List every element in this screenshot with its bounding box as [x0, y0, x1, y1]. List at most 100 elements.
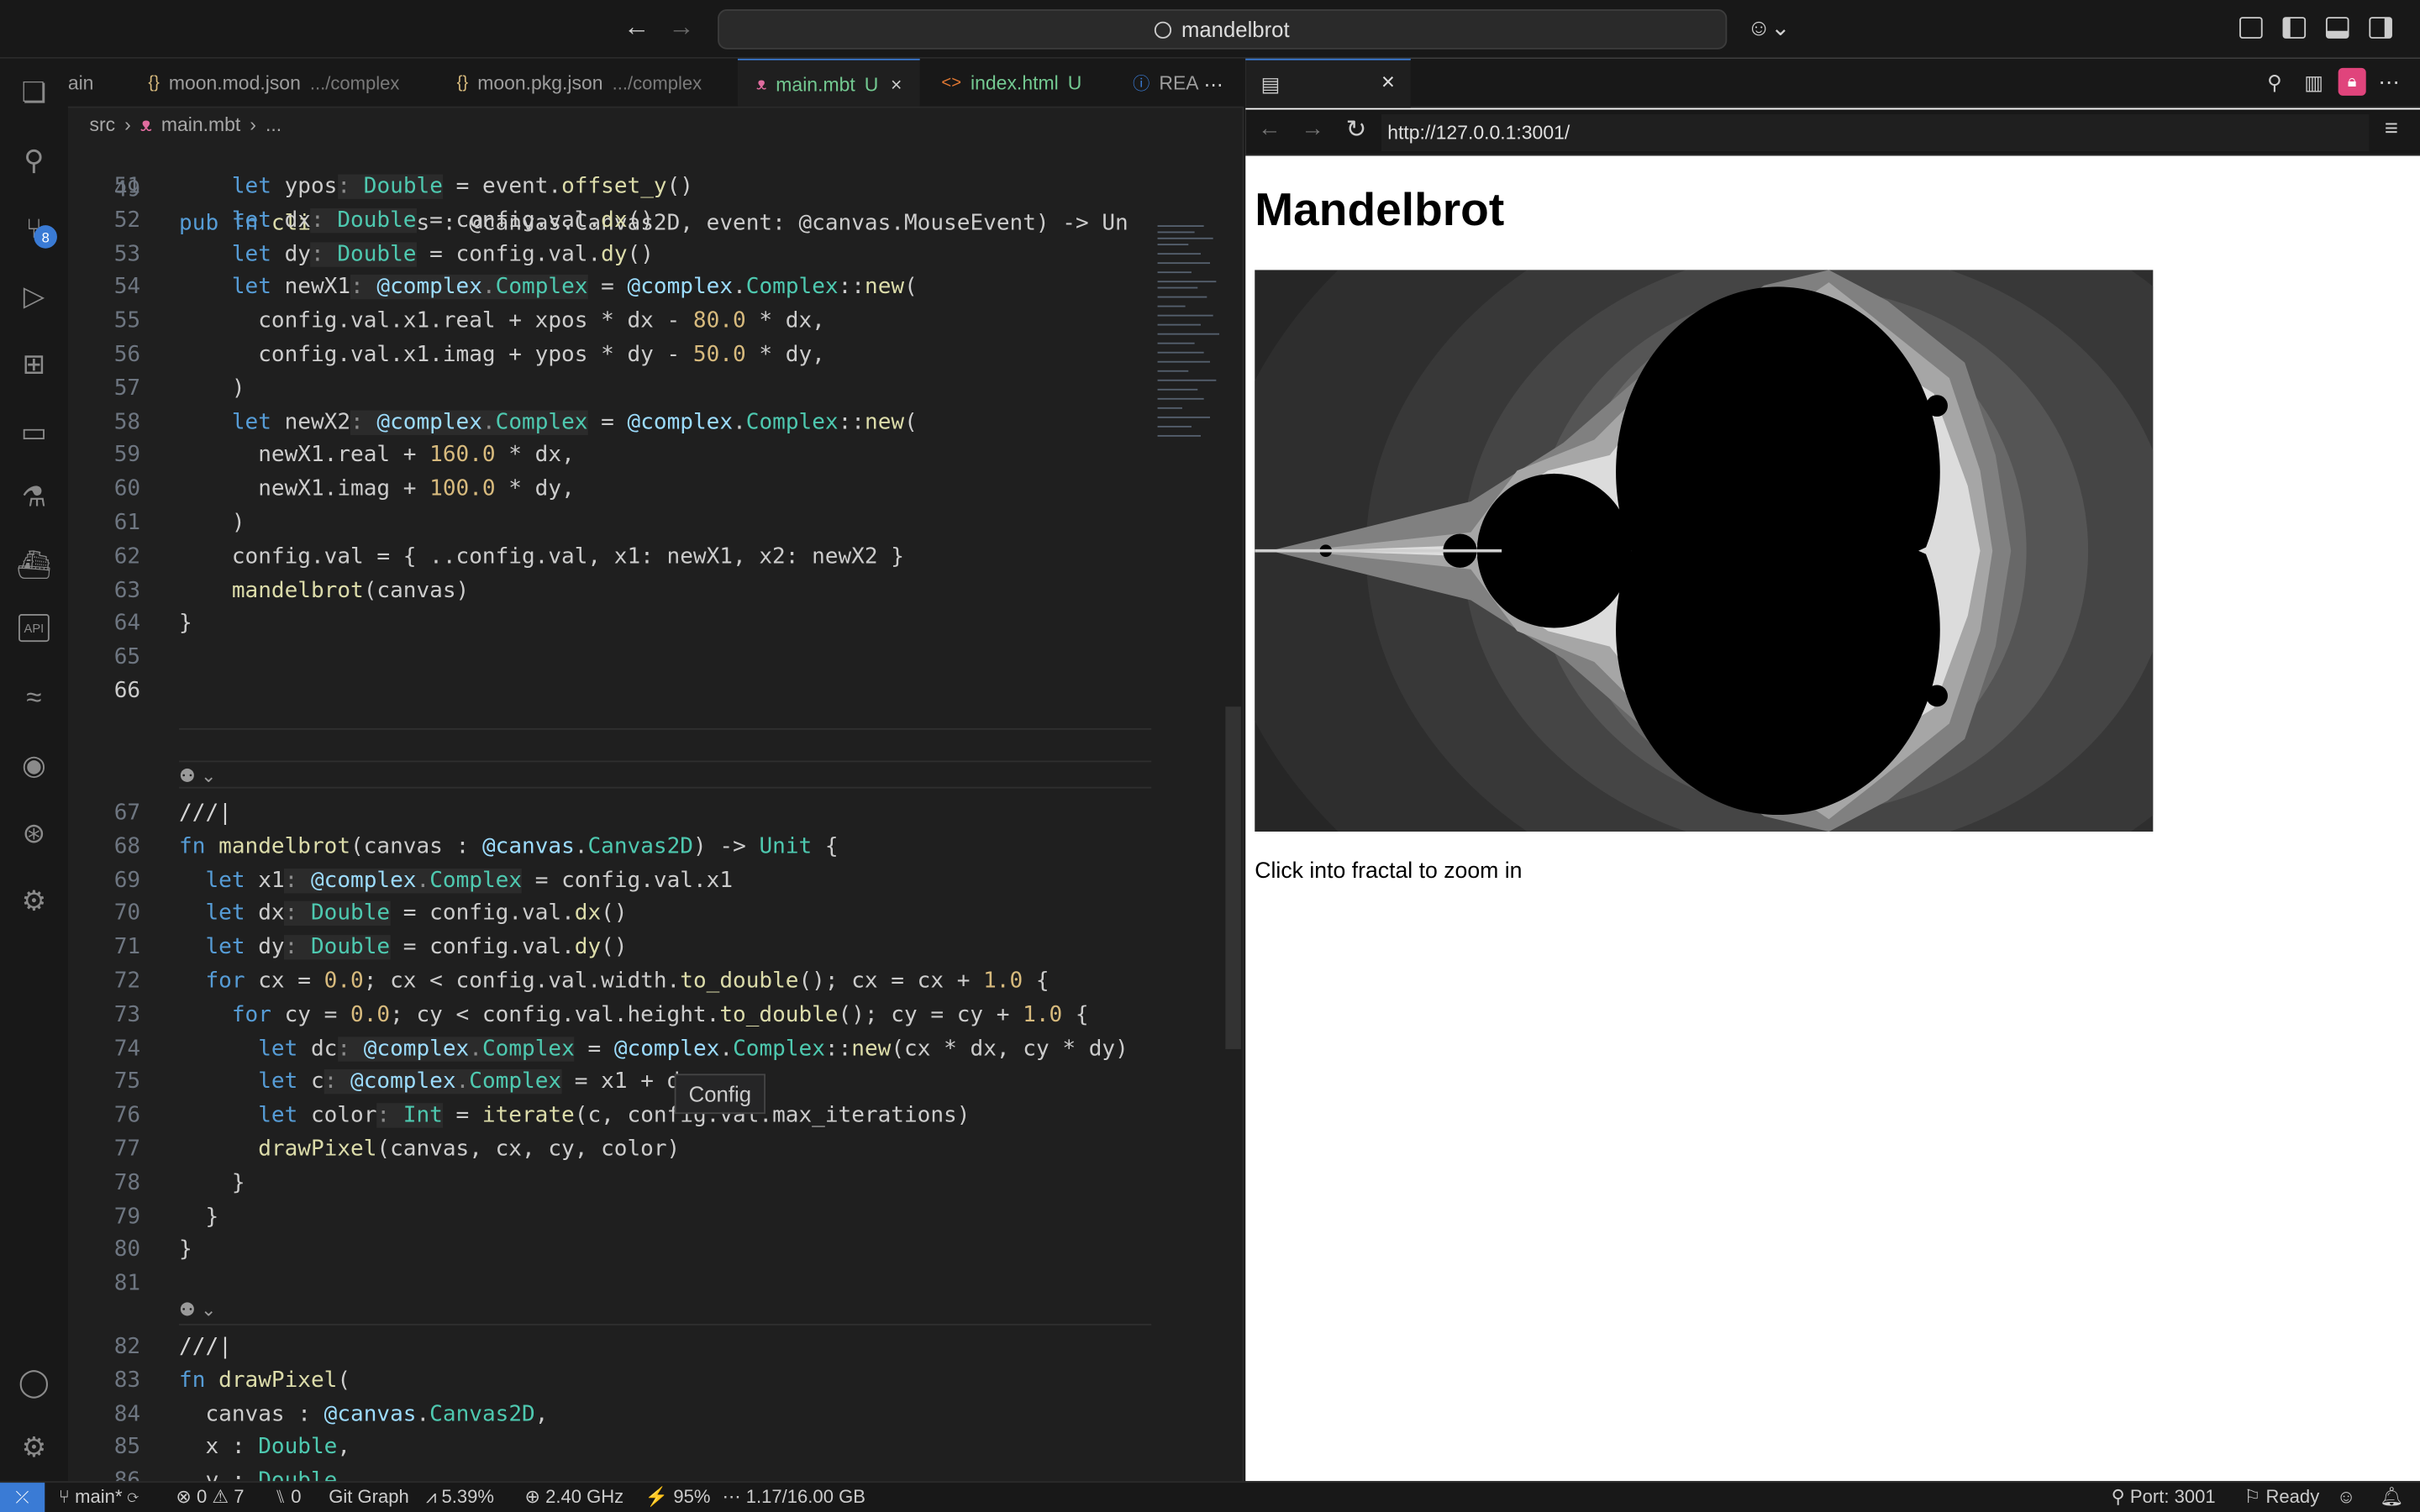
code-line[interactable]: 83 fn drawPixel( [68, 1363, 1241, 1397]
line-number: 51 [113, 174, 141, 199]
run-debug-icon[interactable]: ▷ [15, 278, 52, 315]
code-line[interactable]: 53 let dy: Double = config.val.dy() [68, 237, 1241, 270]
tab-readme[interactable]: ⓘ REA [1133, 59, 1198, 107]
code-line[interactable]: 75 let c: @complex.Complex = x1 + dc [68, 1065, 1241, 1099]
testing-icon[interactable]: ⚗ [15, 478, 52, 515]
back-arrow-icon[interactable]: ← [623, 13, 650, 44]
code-line[interactable]: 72 for cx = 0.0; cx < config.val.width.t… [68, 964, 1241, 998]
code-line[interactable]: 76 let color: Int = iterate(c, config.va… [68, 1099, 1241, 1132]
moonbit-icon[interactable]: ≈ [15, 679, 52, 716]
code-line[interactable]: 85 x : Double, [68, 1431, 1241, 1464]
mandelbrot-canvas[interactable] [1255, 270, 2154, 832]
remote-indicator-icon[interactable]: ⤫ [0, 1483, 45, 1512]
notifications-bell-icon[interactable]: 🔔︎ [2380, 1486, 2403, 1508]
container-icon[interactable]: ⚙ [15, 883, 52, 920]
code-line[interactable]: 69 let x1: @complex.Complex = config.val… [68, 864, 1241, 897]
code-line[interactable]: 77 drawPixel(canvas, cx, cy, color) [68, 1132, 1241, 1166]
codelens-icon[interactable]: ⚉ ⌄ [179, 765, 216, 787]
tab-moon-mod-json[interactable]: {} moon.mod.json .../complex [148, 59, 399, 107]
reload-icon[interactable]: ↻ [1346, 114, 1367, 145]
command-center-search[interactable]: mandelbrot [718, 9, 1728, 50]
port-status[interactable]: ⚲ Port: 3001 [2112, 1486, 2216, 1508]
more-actions-icon[interactable]: ⋯ [2378, 70, 2400, 96]
code-line[interactable]: 70 let dx: Double = config.val.dx() [68, 897, 1241, 931]
sticky-scroll-line[interactable]: 49 pub fn click(canvas : @canvas.Canvas2… [68, 139, 1241, 236]
copilot-status-icon[interactable]: ☺ [2337, 1486, 2356, 1508]
split-view-icon[interactable]: ▥ [2304, 71, 2323, 95]
code-line[interactable]: 68 fn mandelbrot(canvas : @canvas.Canvas2… [68, 830, 1241, 864]
problems-status[interactable]: ⊗ 0 ⚠ 7 [176, 1486, 244, 1508]
toggle-primary-sidebar-icon[interactable] [2282, 17, 2307, 39]
git-graph-button[interactable]: Git Graph [329, 1486, 409, 1508]
code-line[interactable]: 52 let dx: Double = config.val.dx() [68, 203, 1241, 237]
code-line[interactable]: 59 newX1.real + 160.0 * dx, [68, 438, 1241, 472]
explorer-icon[interactable]: ❏ [15, 74, 52, 111]
back-arrow-icon[interactable]: ← [1258, 116, 1281, 142]
code-line[interactable]: 67 ///| [68, 796, 1241, 830]
code-text: ) [179, 510, 245, 536]
github-actions-icon[interactable]: ⊛ [15, 815, 52, 852]
code-line[interactable]: 78 } [68, 1166, 1241, 1200]
account-icon[interactable]: ◯ [15, 1364, 52, 1401]
code-line[interactable]: 62 config.val = { ..config.val, x1: newX… [68, 539, 1241, 573]
customize-layout-icon[interactable] [2239, 17, 2263, 39]
url-input[interactable]: http://127.0.0.1:3001/ [1381, 113, 2370, 152]
search-icon[interactable]: ⚲ [15, 142, 52, 179]
code-line[interactable]: 79 } [68, 1200, 1241, 1233]
forward-arrow-icon[interactable]: → [1301, 116, 1324, 142]
breadcrumb-file[interactable]: main.mbt [161, 114, 240, 136]
ports-status[interactable]: ⑊ 0 [275, 1486, 302, 1508]
vertical-scrollbar[interactable] [1225, 706, 1241, 1049]
breadcrumb-symbol[interactable]: ... [266, 114, 281, 136]
toggle-panel-icon[interactable] [2325, 17, 2349, 39]
code-line[interactable]: 81 [68, 1267, 1241, 1300]
memory-status: ⋯ 1.17/16.00 GB [722, 1485, 865, 1508]
api-icon[interactable]: API [18, 614, 50, 643]
code-line[interactable]: 66 [68, 675, 1241, 708]
code-line[interactable]: 65 [68, 641, 1241, 675]
forward-arrow-icon[interactable]: → [668, 13, 694, 44]
code-line[interactable]: 73 for cy = 0.0; cy < config.val.height.… [68, 998, 1241, 1032]
toggle-secondary-sidebar-icon[interactable] [2369, 17, 2392, 39]
code-line[interactable]: 56 config.val.x1.imag + ypos * dy - 50.0… [68, 338, 1241, 371]
tab-moon-pkg-json[interactable]: {} moon.pkg.json .../complex [457, 59, 702, 107]
ready-status[interactable]: ⚐ Ready [2244, 1486, 2320, 1508]
code-line[interactable]: 74 let dc: @complex.Complex = @complex.C… [68, 1032, 1241, 1065]
copilot-icon[interactable]: ☺⌄ [1747, 14, 1790, 42]
settings-gear-icon[interactable]: ⚙ [15, 1429, 52, 1466]
code-line[interactable]: 63 mandelbrot(canvas) [68, 574, 1241, 607]
more-actions-icon[interactable]: ⋯ [1204, 59, 1223, 107]
close-tab-icon[interactable]: × [891, 73, 902, 95]
github-icon[interactable]: ◉ [15, 747, 52, 784]
branch-status[interactable]: ⑂ main* ⟳ [59, 1486, 139, 1508]
code-line[interactable]: 54 let newX1: @complex.Complex = @comple… [68, 270, 1241, 304]
code-editor[interactable]: 49 pub fn click(canvas : @canvas.Canvas2… [68, 139, 1241, 1512]
code-line[interactable]: 80} [68, 1233, 1241, 1267]
code-line[interactable]: 84 canvas : @canvas.Canvas2D, [68, 1397, 1241, 1431]
close-tab-icon[interactable]: × [1381, 70, 1395, 96]
code-line[interactable]: 57 ) [68, 371, 1241, 405]
lock-icon[interactable]: 🔒︎ [2338, 67, 2366, 96]
split-editor-icon[interactable]: ⚲ [2267, 71, 2282, 95]
remote-explorer-icon[interactable]: ▭ [15, 413, 52, 450]
menu-icon[interactable]: ≡ [2385, 116, 2398, 142]
code-line[interactable]: 55 config.val.x1.real + xpos * dx - 80.0… [68, 304, 1241, 338]
minimap[interactable] [1157, 219, 1226, 466]
extensions-icon[interactable]: ⊞ [15, 345, 52, 382]
tab-main-mbt[interactable]: ᴥ main.mbt U × [737, 58, 921, 107]
vscode-window: ← → mandelbrot ☺⌄ ❏ ⚲ ⑂ 8 ▷ ⊞ ▭ ⚗ ⛴ API … [0, 0, 2420, 1512]
code-line[interactable]: 60 newX1.imag + 100.0 * dy, [68, 472, 1241, 506]
tab-overflow[interactable]: ain [68, 59, 129, 107]
code-line[interactable]: 71 let dy: Double = config.val.dy() [68, 931, 1241, 964]
code-line[interactable]: 64} [68, 607, 1241, 641]
moonbit-file-icon: ᴥ [756, 75, 767, 94]
docker-icon[interactable]: ⛴ [15, 546, 52, 583]
codelens-icon[interactable]: ⚉ ⌄ [179, 1299, 216, 1321]
code-line[interactable]: 61 ) [68, 506, 1241, 539]
code-line[interactable]: 58 let newX2: @complex.Complex = @comple… [68, 405, 1241, 438]
tab-index-html[interactable]: <> index.html U [941, 59, 1081, 107]
code-line[interactable]: 51 let ypos: Double = event.offset_y() [68, 170, 1241, 203]
code-line[interactable]: 82 ///| [68, 1330, 1241, 1363]
tab-simple-browser[interactable]: ▤ × [1245, 58, 1411, 108]
breadcrumb-folder[interactable]: src [90, 114, 116, 136]
